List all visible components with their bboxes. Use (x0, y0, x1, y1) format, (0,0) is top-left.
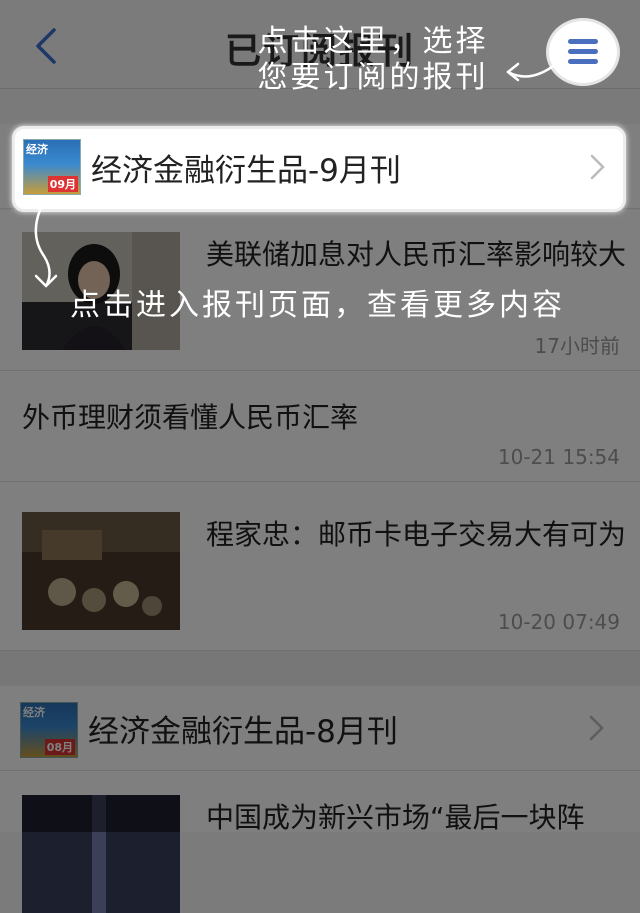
menu-icon (568, 39, 598, 44)
highlighted-section-header[interactable]: 经济 09月 经济金融衍生品-9月刊 (12, 126, 626, 212)
magazine-cover: 经济 09月 (23, 139, 81, 195)
article-hint: 点击进入报刊页面，查看更多内容 (70, 288, 565, 323)
chevron-right-icon (590, 154, 605, 180)
menu-icon (568, 59, 598, 64)
curved-arrow-icon (506, 62, 558, 82)
menu-hint-line1: 点击这里，选择 (257, 24, 489, 59)
screen: 已订阅报刊 经济 09月 经济金融衍生品-9月刊 美联储加息对人民币汇率影响较大… (0, 0, 640, 913)
cover-brand: 经济 (26, 143, 48, 156)
cover-issue: 09月 (47, 176, 78, 192)
tutorial-overlay[interactable] (0, 0, 640, 832)
menu-icon (568, 49, 598, 54)
menu-hint: 点击这里，选择 您要订阅的报刊 (238, 24, 508, 96)
menu-hint-line2: 您要订阅的报刊 (257, 60, 489, 95)
curved-arrow-icon (34, 208, 58, 288)
section-title: 经济金融衍生品-9月刊 (91, 153, 401, 189)
